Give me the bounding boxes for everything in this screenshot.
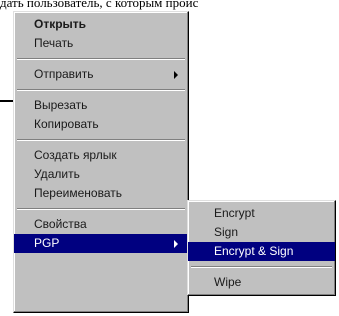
- pgp-submenu: Encrypt Sign Encrypt & Sign Wipe: [187, 200, 336, 296]
- context-menu: Открыть Печать Отправить Вырезать Копиро…: [13, 11, 189, 313]
- submenu-item-encrypt[interactable]: Encrypt: [188, 204, 335, 223]
- submenu-item-encrypt-sign[interactable]: Encrypt & Sign: [188, 242, 335, 261]
- menu-item-send-to[interactable]: Отправить: [14, 65, 188, 84]
- submenu-arrow-icon: [174, 240, 178, 248]
- menu-item-rename[interactable]: Переименовать: [14, 184, 188, 203]
- background-text: дать пользователь, с которым проис: [0, 0, 199, 10]
- menu-item-send-to-label: Отправить: [34, 67, 94, 81]
- menu-item-pgp[interactable]: PGP: [14, 234, 188, 253]
- menu-item-cut[interactable]: Вырезать: [14, 96, 188, 115]
- submenu-item-wipe[interactable]: Wipe: [188, 273, 335, 292]
- menu-separator: [17, 139, 185, 141]
- menu-item-pgp-label: PGP: [34, 236, 60, 250]
- menu-item-print[interactable]: Печать: [14, 34, 188, 53]
- menu-item-create-shortcut[interactable]: Создать ярлык: [14, 146, 188, 165]
- menu-item-open[interactable]: Открыть: [14, 15, 188, 34]
- menu-item-properties[interactable]: Свойства: [14, 215, 188, 234]
- menu-item-delete[interactable]: Удалить: [14, 165, 188, 184]
- menu-separator: [191, 266, 332, 268]
- menu-separator: [17, 208, 185, 210]
- menu-separator: [17, 89, 185, 91]
- submenu-item-sign[interactable]: Sign: [188, 223, 335, 242]
- menu-item-copy[interactable]: Копировать: [14, 115, 188, 134]
- submenu-arrow-icon: [174, 71, 178, 79]
- menu-separator: [17, 58, 185, 60]
